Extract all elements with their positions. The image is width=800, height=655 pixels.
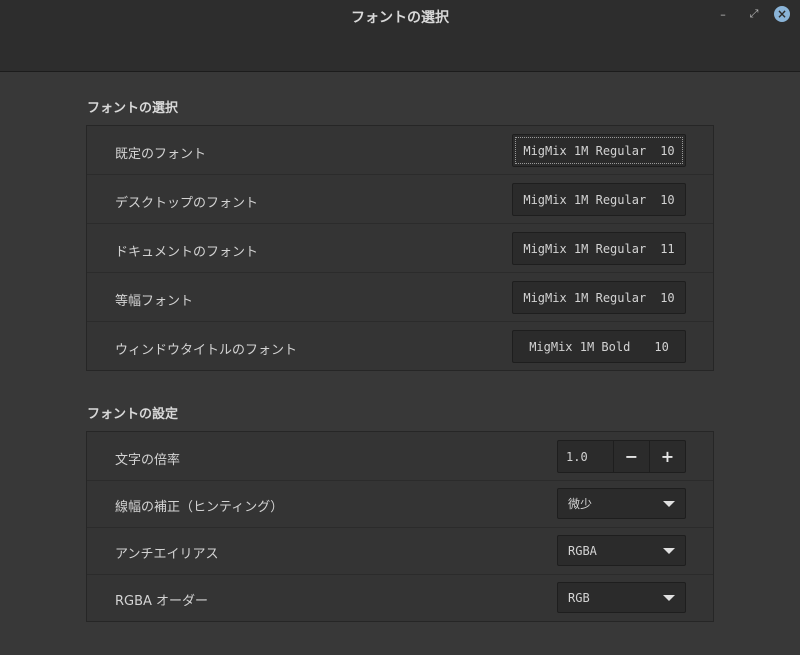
rgba-order-combo[interactable]: RGB [557,582,686,613]
window-title-font-label: ウィンドウタイトルのフォント [115,343,298,358]
default-font-row: 既定のフォント MigMix 1M Regular 10 [87,126,713,175]
window-title-font-row: ウィンドウタイトルのフォント MigMix 1M Bold 10 [87,322,713,371]
rgba-order-label: RGBA オーダー [115,594,209,609]
font-settings-frame: 文字の倍率 1.0 − + 線幅の補正（ヒンティング） 微少 アンチエイリアス … [86,431,714,622]
dropdown-arrow-icon [663,548,675,554]
text-scale-row: 文字の倍率 1.0 − + [87,432,713,481]
font-settings-heading: フォントの設定 [87,407,179,422]
font-name: MigMix 1M Regular [523,192,647,207]
font-size: 10 [660,143,675,158]
dropdown-arrow-icon [663,595,675,601]
font-size: 11 [660,241,675,256]
font-name: MigMix 1M Regular [523,290,647,305]
default-font-button[interactable]: MigMix 1M Regular 10 [512,134,686,167]
desktop-font-row: デスクトップのフォント MigMix 1M Regular 10 [87,175,713,224]
dropdown-arrow-icon [663,501,675,507]
maximize-icon[interactable]: ⤢ [745,5,763,23]
font-size: 10 [660,192,675,207]
desktop-font-label: デスクトップのフォント [115,196,259,211]
font-size: 10 [660,290,675,305]
default-font-label: 既定のフォント [115,147,207,162]
document-font-label: ドキュメントのフォント [115,245,259,260]
desktop-font-button[interactable]: MigMix 1M Regular 10 [512,183,686,216]
hinting-row: 線幅の補正（ヒンティング） 微少 [87,481,713,528]
antialias-combo[interactable]: RGBA [557,535,686,566]
text-scale-spinbutton[interactable]: 1.0 − + [557,440,686,473]
font-name: MigMix 1M Bold [529,339,631,354]
minimize-icon[interactable]: – [714,5,732,23]
font-selection-frame: 既定のフォント MigMix 1M Regular 10 デスクトップのフォント… [86,125,714,371]
monospace-font-button[interactable]: MigMix 1M Regular 10 [512,281,686,314]
window-title-font-button[interactable]: MigMix 1M Bold 10 [512,330,686,363]
rgba-order-value: RGB [568,590,590,605]
window-titlebar[interactable]: フォントの選択 – ⤢ × [0,0,800,72]
document-font-row: ドキュメントのフォント MigMix 1M Regular 11 [87,224,713,273]
document-font-button[interactable]: MigMix 1M Regular 11 [512,232,686,265]
font-size: 10 [654,339,669,354]
font-name: MigMix 1M Regular [523,143,647,158]
hinting-label: 線幅の補正（ヒンティング） [115,500,284,515]
monospace-font-row: 等幅フォント MigMix 1M Regular 10 [87,273,713,322]
antialias-value: RGBA [568,543,597,558]
antialias-row: アンチエイリアス RGBA [87,528,713,575]
window-title: フォントの選択 [351,10,449,26]
antialias-label: アンチエイリアス [115,547,219,562]
text-scale-value[interactable]: 1.0 [558,441,613,472]
close-icon[interactable]: × [774,6,790,22]
increment-icon[interactable]: + [649,441,685,472]
hinting-value: 微少 [568,497,593,511]
decrement-icon[interactable]: − [613,441,649,472]
monospace-font-label: 等幅フォント [115,294,194,309]
font-selection-heading: フォントの選択 [87,101,179,116]
font-name: MigMix 1M Regular [523,241,647,256]
rgba-order-row: RGBA オーダー RGB [87,575,713,622]
hinting-combo[interactable]: 微少 [557,488,686,519]
text-scale-label: 文字の倍率 [115,453,181,468]
